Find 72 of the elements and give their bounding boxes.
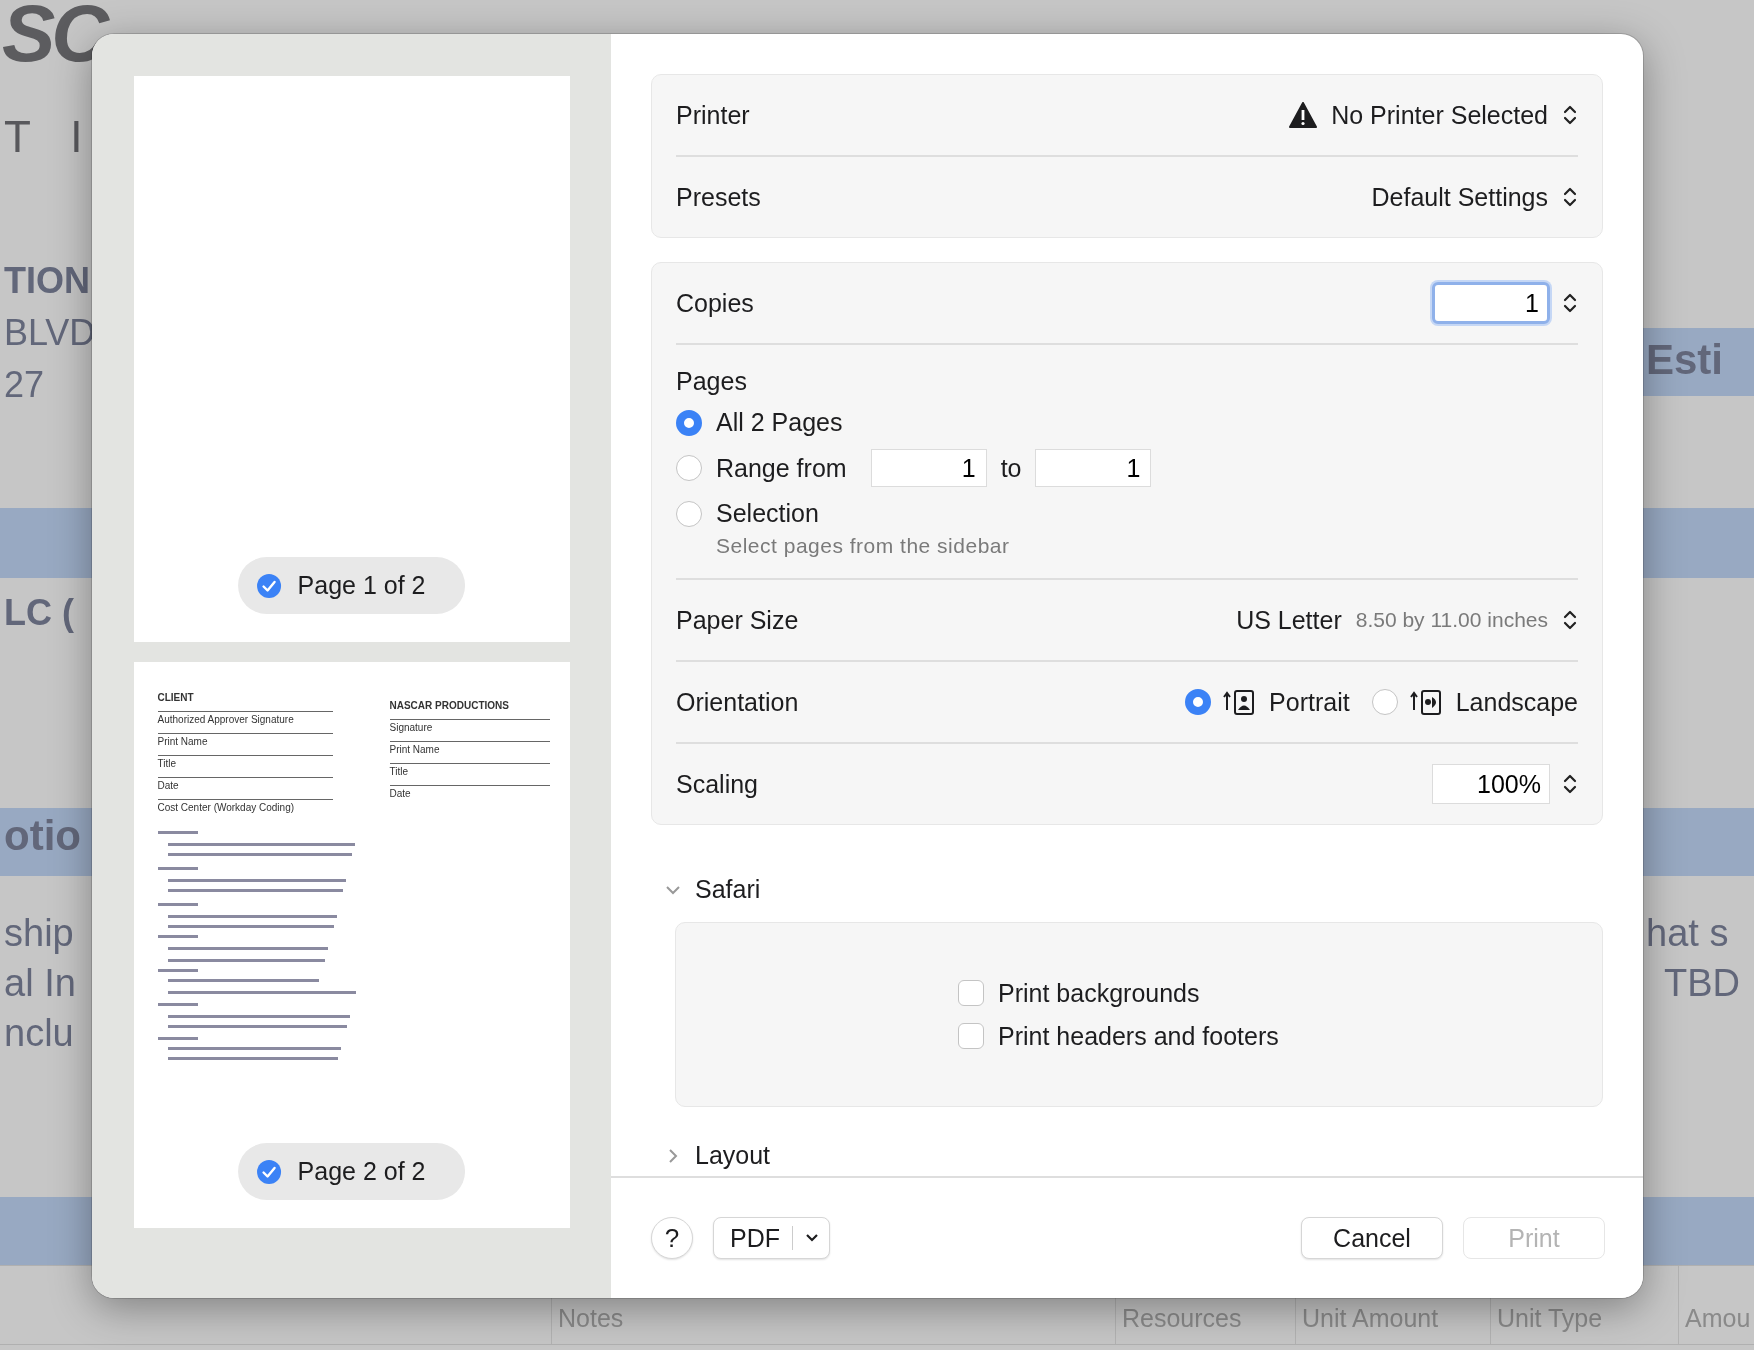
column-header: Amou <box>1678 1266 1754 1344</box>
printer-value[interactable]: No Printer Selected <box>1331 100 1548 130</box>
document-label: Cost Center (Workday Coding) <box>157 799 333 813</box>
page-text: hat s <box>1646 912 1729 955</box>
landscape-icon <box>1409 688 1444 716</box>
page-text: Esti <box>1646 336 1724 384</box>
radio-label[interactable]: Landscape <box>1455 687 1578 717</box>
range-from-field[interactable]: 1 <box>870 449 987 487</box>
paper-size-detail: 8.50 by 11.00 inches <box>1355 608 1548 632</box>
paper-size-label: Paper Size <box>676 605 799 635</box>
orientation-label: Orientation <box>676 687 799 717</box>
presets-label: Presets <box>676 182 761 212</box>
popup-arrows-icon[interactable] <box>1562 608 1578 632</box>
copies-field[interactable]: 1 <box>1432 282 1550 324</box>
document-label: Title <box>389 763 550 777</box>
checkbox[interactable] <box>958 1023 984 1049</box>
radio-button[interactable] <box>676 409 702 436</box>
popup-arrows-icon[interactable] <box>1562 103 1578 127</box>
stepper-icon[interactable] <box>1562 291 1578 315</box>
popup-arrows-icon[interactable] <box>1562 185 1578 209</box>
document-label: Date <box>389 785 550 799</box>
page-toggle[interactable]: Page 2 of 2 <box>237 1143 466 1200</box>
copies-label: Copies <box>676 288 754 318</box>
page-text: TION <box>4 260 90 302</box>
radio-button[interactable] <box>676 455 702 481</box>
logo-text: SC <box>2 0 106 80</box>
caret-icon <box>805 1233 819 1243</box>
radio-label[interactable]: Portrait <box>1269 687 1350 717</box>
page-text: ship <box>4 912 74 955</box>
document-label: Print Name <box>389 741 550 755</box>
page-preview[interactable]: CLIENT Authorized Approver Signature Print Name Title Date Cost Center (Workday Coding) NASCAR PRODUCTIONS Signature Print Name Title Date Page 2 of 2 <box>133 662 570 1228</box>
radio-button[interactable] <box>676 500 702 527</box>
document-heading: NASCAR PRODUCTIONS <box>389 700 510 711</box>
radio-button[interactable] <box>1371 689 1398 715</box>
checkbox-label[interactable]: Print backgrounds <box>998 978 1200 1008</box>
radio-label[interactable]: Range from <box>716 453 847 483</box>
scaling-field[interactable]: 100% <box>1432 764 1550 804</box>
checkbox[interactable] <box>958 980 984 1006</box>
presets-value[interactable]: Default Settings <box>1371 182 1548 212</box>
document-label: Print Name <box>157 733 333 747</box>
page-preview[interactable]: Page 1 of 2 <box>133 76 570 642</box>
radio-label[interactable]: Selection <box>716 499 819 528</box>
help-button[interactable]: ? <box>651 1217 693 1259</box>
section-header[interactable]: Layout <box>665 1141 1603 1170</box>
page-text: nclu <box>4 1012 74 1055</box>
pdf-button[interactable]: PDF <box>713 1217 830 1259</box>
scaling-label: Scaling <box>676 769 758 799</box>
cancel-button[interactable]: Cancel <box>1301 1217 1443 1259</box>
radio-button[interactable] <box>1185 689 1212 715</box>
section-header[interactable]: Safari <box>665 875 1603 904</box>
stepper-icon[interactable] <box>1562 772 1578 796</box>
document-label: Authorized Approver Signature <box>157 711 333 725</box>
document-label: Title <box>157 755 333 769</box>
page-text: T I <box>4 112 97 162</box>
range-to-label: to <box>1000 453 1022 483</box>
printer-label: Printer <box>676 100 750 130</box>
hint-text: Select pages from the sidebar <box>716 534 1011 558</box>
page-toggle[interactable]: Page 1 of 2 <box>237 557 466 614</box>
page-text: otio <box>4 812 81 860</box>
document-heading: CLIENT <box>157 692 195 703</box>
page-text: 27 <box>4 364 45 406</box>
page-text: TBD <box>1664 962 1740 1005</box>
page-text: LC ( <box>4 592 74 634</box>
page-text: BLVD <box>4 312 96 354</box>
radio-label[interactable]: All 2 Pages <box>716 408 843 437</box>
paper-size-value[interactable]: US Letter <box>1236 605 1342 635</box>
document-label: Signature <box>389 719 550 733</box>
document-label: Date <box>157 777 333 791</box>
range-to-field[interactable]: 1 <box>1035 449 1152 487</box>
checkbox-label[interactable]: Print headers and footers <box>998 1021 1279 1051</box>
pages-label: Pages <box>676 367 748 396</box>
page-text: al In <box>4 962 76 1005</box>
